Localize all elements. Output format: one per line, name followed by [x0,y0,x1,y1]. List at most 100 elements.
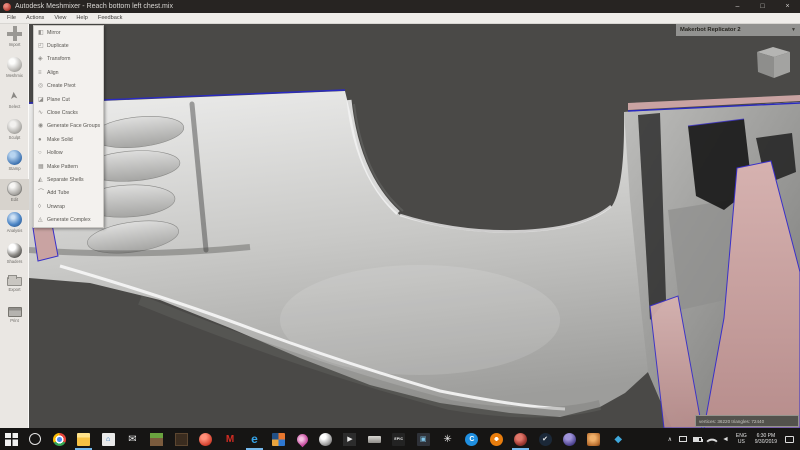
hollow-icon: ○ [38,150,47,156]
face-groups-icon: ◉ [38,123,47,129]
sphere-game-icon[interactable] [319,433,332,446]
diamond-app-icon[interactable]: ◆ [612,433,625,446]
minecraft-icon[interactable] [150,433,163,446]
printer-selector[interactable]: Makerbot Replicator 2 ▼ [676,24,800,36]
edit-sphere-icon [7,181,22,196]
sidebar-item-select[interactable]: ➤Select [0,86,29,117]
start-button[interactable] [5,433,18,446]
meshmix-sphere-icon [7,57,22,72]
menu-item-close-cracks[interactable]: ∿Close Cracks [34,106,103,119]
minimize-button[interactable]: – [725,0,750,13]
view-cube-icon [757,47,790,78]
shaders-sphere-icon [7,243,22,258]
red-m-app-icon[interactable]: M [224,433,237,446]
close-button[interactable]: × [775,0,800,13]
menu-view[interactable]: View [49,13,71,24]
menu-item-align[interactable]: ≡Align [34,66,103,79]
mesh-stats-text: vertices: 36220 triangles: 72440 [699,419,764,424]
menubar: File Actions View Help Feedback [0,13,800,24]
menu-file[interactable]: File [2,13,21,24]
date-text: 9/30/2019 [755,439,777,445]
sidebar-item-sculpt[interactable]: Sculpt [0,117,29,148]
menu-item-create-pivot[interactable]: ◎Create Pivot [34,80,103,93]
sidebar-item-export[interactable]: Export [0,272,29,303]
sidebar-item-analysis[interactable]: Analysis [0,210,29,241]
menu-feedback[interactable]: Feedback [93,13,128,24]
sidebar-item-stamp[interactable]: Stamp [0,148,29,179]
office-app-icon[interactable] [272,433,285,446]
dark-game-icon[interactable]: ▣ [417,433,430,446]
menu-help[interactable]: Help [71,13,93,24]
add-tube-icon: ⌒ [38,190,47,196]
language-indicator[interactable]: ENG US [736,433,747,445]
sidebar-item-edit[interactable]: Edit [0,179,29,210]
red-orb-app-icon[interactable] [199,433,212,446]
menu-item-mirror[interactable]: ◧Mirror [34,26,103,39]
hidden-icons-chevron-icon[interactable]: ∧ [668,436,672,443]
block-game-icon[interactable] [175,433,188,446]
meshmixer-logo-icon [3,3,11,11]
make-solid-icon: ● [38,137,47,143]
transform-icon: ◈ [38,56,47,62]
maximize-button[interactable]: □ [750,0,775,13]
pin-app-icon[interactable] [294,431,310,447]
workspace: Makerbot Replicator 2 ▼ ◧Mirror ◰Duplica… [0,24,800,428]
movies-tv-icon[interactable]: ▶ [343,433,356,446]
titlebar: Autodesk Meshmixer - Reach bottom left c… [0,0,800,13]
select-arrow-icon: ➤ [6,87,22,103]
chrome-icon[interactable] [53,433,66,446]
import-plus-icon [7,26,22,41]
gray-app-icon[interactable] [368,436,381,443]
epic-games-icon[interactable]: EPIC [392,433,405,446]
system-tray: ∧ ◄ ENG US 6:30 PM 9/30/2019 [668,428,800,450]
create-pivot-icon: ◎ [38,83,47,89]
volume-icon[interactable]: ◄ [722,436,729,443]
menu-item-hollow[interactable]: ○Hollow [34,147,103,160]
action-center-icon[interactable] [785,436,794,443]
sidebar-item-import[interactable]: Import [0,24,29,55]
wifi-icon[interactable] [706,435,717,446]
separate-shells-icon: ◭ [38,177,47,183]
c-app-icon[interactable]: C [465,433,478,446]
menu-item-add-tube[interactable]: ⌒Add Tube [34,187,103,200]
blender-icon[interactable] [490,433,503,446]
menu-item-transform[interactable]: ◈Transform [34,53,103,66]
duplicate-icon: ◰ [38,43,47,49]
spike-game-icon[interactable]: ✳ [441,433,454,446]
export-folder-icon [7,277,22,286]
tool-sidebar: Import Meshmix ➤Select Sculpt Stamp Edit… [0,24,29,428]
v-game-icon[interactable]: ✔ [539,433,552,446]
sidebar-item-shaders[interactable]: Shaders [0,241,29,272]
menu-item-duplicate[interactable]: ◰Duplicate [34,39,103,52]
edge-icon[interactable]: e [248,433,261,446]
cortana-icon[interactable] [29,433,41,445]
menu-item-separate-shells[interactable]: ◭Separate Shells [34,173,103,186]
viewport-3d-model[interactable] [0,24,800,428]
display-tray-icon[interactable] [679,436,687,442]
menu-item-make-solid[interactable]: ●Make Solid [34,133,103,146]
menu-item-plane-cut[interactable]: ◪Plane Cut [34,93,103,106]
align-icon: ≡ [38,70,47,76]
menu-actions[interactable]: Actions [21,13,49,24]
menu-item-make-pattern[interactable]: ▦Make Pattern [34,160,103,173]
printer-name: Makerbot Replicator 2 [680,27,791,33]
window-title: Autodesk Meshmixer - Reach bottom left c… [15,3,173,10]
sidebar-item-print[interactable]: Print [0,303,29,334]
taskbar: ⌂ ✉ M e ▶ EPIC ▣ ✳ C ✔ ◆ ∧ ◄ ENG US [0,428,800,450]
meshmixer-taskbar-icon[interactable] [514,433,527,446]
sidebar-item-meshmix[interactable]: Meshmix [0,55,29,86]
clock[interactable]: 6:30 PM 9/30/2019 [755,433,777,445]
meshmixer-window: Autodesk Meshmixer - Reach bottom left c… [0,0,800,450]
mesh-stats-box: vertices: 36220 triangles: 72440 [695,415,799,427]
file-explorer-icon[interactable] [77,433,90,446]
battery-icon[interactable] [693,437,702,442]
orange-game-icon[interactable] [587,433,600,446]
menu-item-unwrap[interactable]: ◊Unwrap [34,200,103,213]
microsoft-store-icon[interactable]: ⌂ [102,433,115,446]
purple-game-icon[interactable] [563,433,576,446]
mirror-icon: ◧ [38,30,47,36]
make-pattern-icon: ▦ [38,164,47,170]
menu-item-generate-face-groups[interactable]: ◉Generate Face Groups [34,120,103,133]
menu-item-generate-complex[interactable]: ◬Generate Complex [34,213,103,226]
mail-icon[interactable]: ✉ [126,433,139,446]
